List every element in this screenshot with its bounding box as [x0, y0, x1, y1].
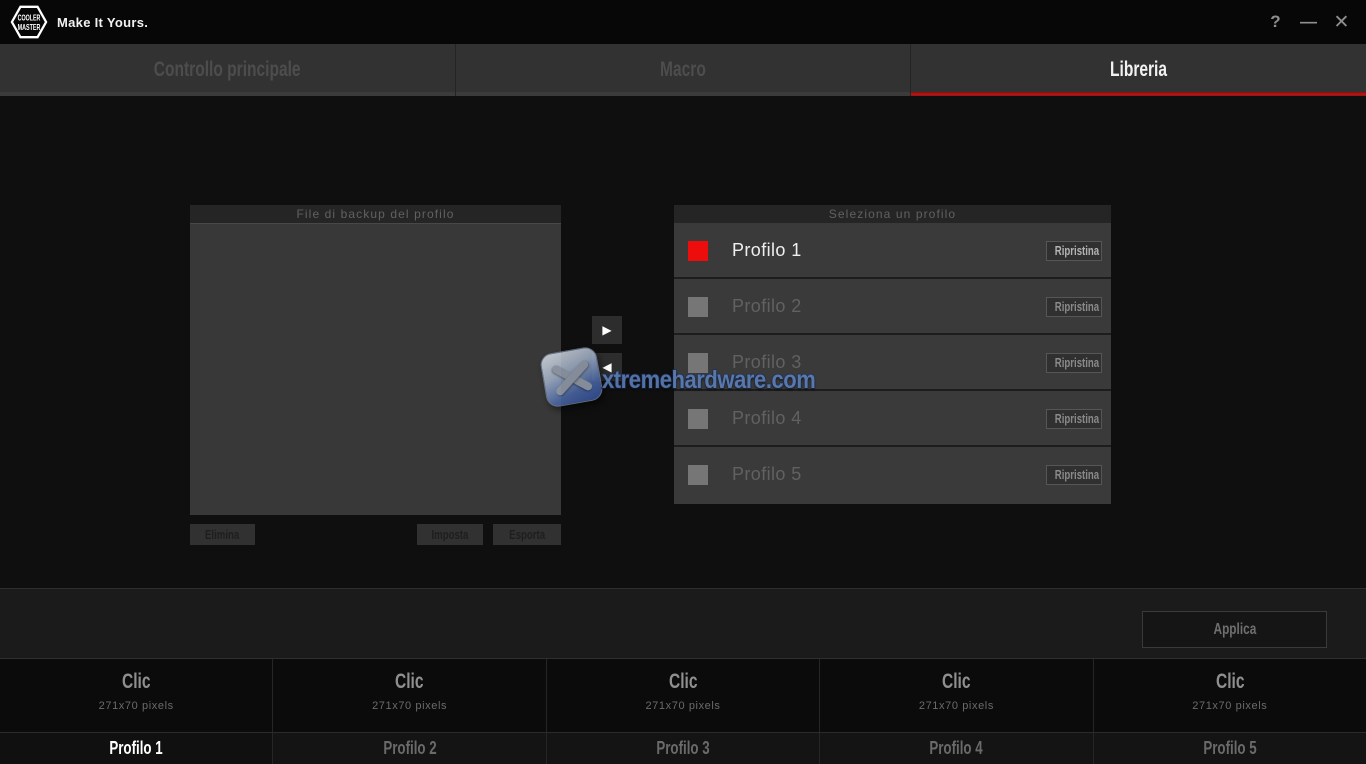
cooler-master-app-window: COOLER MASTER Make It Yours. ? — ✕ Contr…: [0, 0, 1366, 764]
restore-button[interactable]: Ripristina: [1046, 297, 1102, 317]
profile-tab-4[interactable]: Profilo 4: [819, 733, 1092, 764]
apply-button[interactable]: Applica: [1142, 611, 1327, 648]
profile-name: Profilo 5: [732, 464, 802, 485]
move-right-button[interactable]: ▶: [592, 316, 622, 344]
profile-list: Profilo 1 Ripristina Profilo 2 Ripristin…: [674, 223, 1111, 504]
tab-macro[interactable]: Macro: [455, 44, 911, 96]
backup-panel-title: File di backup del profilo: [190, 205, 561, 223]
restore-button[interactable]: Ripristina: [1046, 409, 1102, 429]
assignment-cell-3[interactable]: Clic 271x70 pixels: [546, 659, 819, 732]
profile-name: Profilo 2: [732, 296, 802, 317]
backup-file-list: [190, 223, 561, 515]
size-label: 271x70 pixels: [547, 700, 819, 712]
window-controls: ? — ✕: [1259, 0, 1366, 44]
import-button[interactable]: Imposta: [417, 524, 483, 545]
profile-tab-1[interactable]: Profilo 1: [0, 733, 272, 764]
assignment-cell-1[interactable]: Clic 271x70 pixels: [0, 659, 272, 732]
move-left-button[interactable]: ◀: [592, 353, 622, 381]
titlebar: COOLER MASTER Make It Yours. ? — ✕: [0, 0, 1366, 44]
tab-label: Libreria: [1110, 58, 1167, 82]
svg-text:COOLER: COOLER: [18, 14, 41, 23]
profile-tab-5[interactable]: Profilo 5: [1093, 733, 1366, 764]
tab-controllo-principale[interactable]: Controllo principale: [0, 44, 455, 96]
restore-button[interactable]: Ripristina: [1046, 353, 1102, 373]
tab-label: Controllo principale: [154, 58, 301, 82]
profile-row-1[interactable]: Profilo 1 Ripristina: [674, 223, 1111, 279]
size-label: 271x70 pixels: [820, 700, 1092, 712]
profile-name: Profilo 3: [732, 352, 802, 373]
profile-select-checkbox[interactable]: [688, 465, 708, 485]
profile-row-3[interactable]: Profilo 3 Ripristina: [674, 335, 1111, 391]
profile-row-5[interactable]: Profilo 5 Ripristina: [674, 447, 1111, 504]
apply-strip: Applica: [0, 588, 1366, 658]
export-button[interactable]: Esporta: [493, 524, 561, 545]
size-label: 271x70 pixels: [1094, 700, 1366, 712]
restore-button[interactable]: Ripristina: [1046, 465, 1102, 485]
profile-tab-bar: Profilo 1 Profilo 2 Profilo 3 Profilo 4 …: [0, 732, 1366, 764]
brand-tagline: Make It Yours.: [57, 15, 148, 30]
profile-select-checkbox[interactable]: [688, 241, 708, 261]
tab-libreria[interactable]: Libreria: [910, 44, 1366, 96]
profile-name: Profilo 4: [732, 408, 802, 429]
assignment-cell-2[interactable]: Clic 271x70 pixels: [272, 659, 545, 732]
svg-text:MASTER: MASTER: [18, 23, 41, 32]
profile-row-4[interactable]: Profilo 4 Ripristina: [674, 391, 1111, 447]
main-tab-bar: Controllo principale Macro Libreria: [0, 44, 1366, 96]
profile-row-2[interactable]: Profilo 2 Ripristina: [674, 279, 1111, 335]
profile-tab-3[interactable]: Profilo 3: [546, 733, 819, 764]
profile-select-checkbox[interactable]: [688, 409, 708, 429]
profile-panel-title: Seleziona un profilo: [674, 205, 1111, 223]
button-assignment-bar: Clic 271x70 pixels Clic 271x70 pixels Cl…: [0, 658, 1366, 732]
close-icon[interactable]: ✕: [1325, 0, 1358, 44]
size-label: 271x70 pixels: [0, 700, 272, 712]
library-content: File di backup del profilo Elimina Impos…: [0, 96, 1366, 588]
tab-label: Macro: [660, 58, 706, 82]
restore-button[interactable]: Ripristina: [1046, 241, 1102, 261]
profile-name: Profilo 1: [732, 240, 802, 261]
profile-select-checkbox[interactable]: [688, 297, 708, 317]
profile-tab-2[interactable]: Profilo 2: [272, 733, 545, 764]
arrow-left-icon: ◀: [602, 360, 611, 374]
size-label: 271x70 pixels: [273, 700, 545, 712]
help-icon[interactable]: ?: [1259, 0, 1292, 44]
delete-button[interactable]: Elimina: [190, 524, 255, 545]
cooler-master-logo-icon: COOLER MASTER: [10, 3, 48, 41]
arrow-right-icon: ▶: [602, 323, 611, 337]
minimize-icon[interactable]: —: [1292, 0, 1325, 44]
assignment-cell-5[interactable]: Clic 271x70 pixels: [1093, 659, 1366, 732]
assignment-cell-4[interactable]: Clic 271x70 pixels: [819, 659, 1092, 732]
profile-select-checkbox[interactable]: [688, 353, 708, 373]
